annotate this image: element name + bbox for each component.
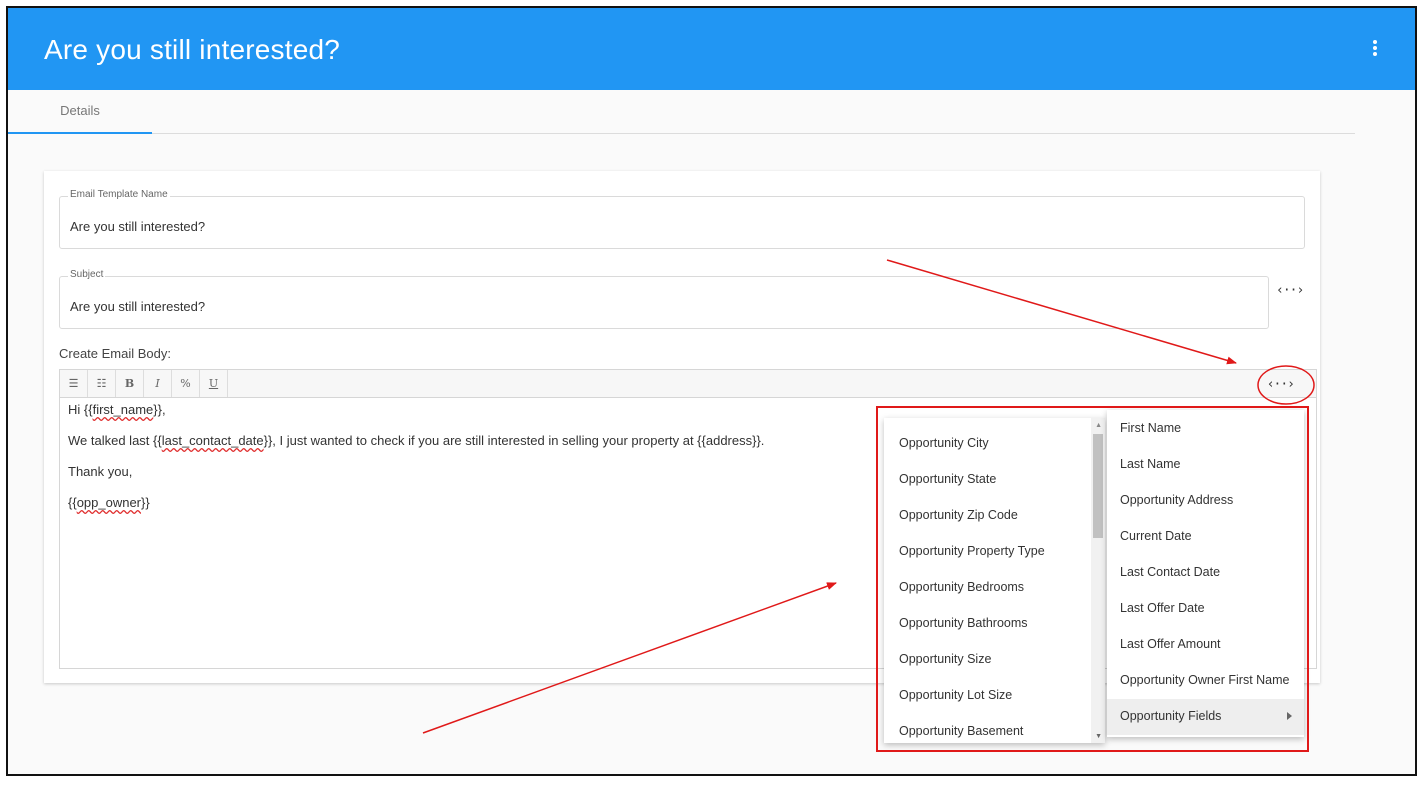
tab-details[interactable]: Details: [8, 90, 152, 134]
link-icon[interactable]: %: [172, 370, 200, 397]
annotation-highlight-box: [876, 406, 1309, 752]
app-header: Are you still interested?: [8, 8, 1415, 90]
numbered-list-icon[interactable]: ☷: [88, 370, 116, 397]
template-name-field[interactable]: Email Template Name Are you still intere…: [59, 189, 1305, 249]
tab-bar: Details: [8, 90, 1355, 134]
body-insert-variable-icon[interactable]: ‹··›: [1267, 377, 1295, 392]
bullet-list-icon[interactable]: ☰: [60, 370, 88, 397]
template-name-input[interactable]: Are you still interested?: [70, 219, 1190, 234]
subject-input[interactable]: Are you still interested?: [70, 299, 1157, 314]
page-title: Are you still interested?: [44, 34, 341, 65]
subject-insert-variable-icon[interactable]: ‹··›: [1276, 283, 1304, 298]
bold-icon[interactable]: B: [116, 370, 144, 397]
more-options-icon[interactable]: [1371, 40, 1379, 58]
email-body-label: Create Email Body:: [59, 346, 171, 361]
template-name-label: Email Template Name: [68, 189, 170, 200]
underline-icon[interactable]: U: [200, 370, 228, 397]
editor-toolbar: ☰ ☷ B I % U ‹··›: [60, 370, 1316, 398]
subject-field[interactable]: Subject Are you still interested?: [59, 269, 1269, 329]
italic-icon[interactable]: I: [144, 370, 172, 397]
subject-label: Subject: [68, 269, 106, 280]
